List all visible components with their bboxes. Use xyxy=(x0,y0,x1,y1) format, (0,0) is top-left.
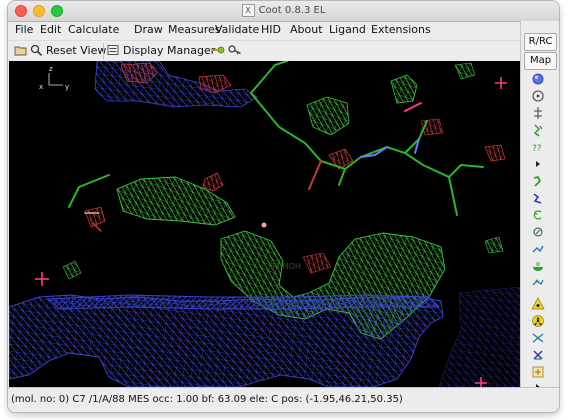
cross-link-icon[interactable] xyxy=(530,331,546,346)
mutate-icon[interactable] xyxy=(530,242,546,257)
menu-edit[interactable]: Edit xyxy=(40,23,61,36)
top-blue-density xyxy=(94,61,258,108)
toolbar-separator xyxy=(103,43,104,59)
add-atom-icon[interactable] xyxy=(530,365,546,380)
axis-label-z: z xyxy=(49,65,53,73)
right-toolbar: R/RC Map ?? xyxy=(520,21,559,390)
key-icon[interactable] xyxy=(228,44,242,59)
window-title: Coot 0.8.3 EL xyxy=(258,5,326,16)
menu-file[interactable]: File xyxy=(15,23,33,36)
axis-label-x: x xyxy=(39,83,43,91)
ligand-icon[interactable] xyxy=(530,276,546,291)
molecular-scene[interactable]: x z y -37 HOH xyxy=(9,61,520,387)
faint-residue-label: -37 HOH xyxy=(267,262,301,271)
zoom-icon[interactable] xyxy=(30,44,43,59)
display-manager-button[interactable]: Display Manager xyxy=(123,44,215,57)
folder-open-icon[interactable] xyxy=(14,44,27,59)
menu-about[interactable]: About xyxy=(290,23,323,36)
backbone-torsion-icon[interactable] xyxy=(530,106,546,121)
menu-validate[interactable]: Validate xyxy=(215,23,259,36)
map-button[interactable]: Map xyxy=(524,52,557,70)
menu-measures[interactable]: Measures xyxy=(168,23,220,36)
rotate-translate-icon[interactable] xyxy=(530,89,546,104)
bottom-blue-density xyxy=(9,286,520,387)
flip-peptide-icon[interactable]: ?? xyxy=(530,140,546,155)
toolbar: Reset View Display Manager xyxy=(8,40,520,61)
display-manager-icon[interactable] xyxy=(107,44,120,59)
rotamer-icon[interactable] xyxy=(530,123,546,138)
x11-app-icon: X xyxy=(241,4,255,17)
menu-ligand[interactable]: Ligand xyxy=(329,23,366,36)
reset-view-button[interactable]: Reset View xyxy=(46,44,106,57)
window-title-group: X Coot 0.8.3 EL xyxy=(8,4,559,17)
menu-bar: File Edit Calculate Draw Measures Valida… xyxy=(8,21,520,40)
svg-text:??: ?? xyxy=(532,144,542,154)
coot-window: X Coot 0.8.3 EL File Edit Calculate Draw … xyxy=(8,1,559,412)
graphics-viewport[interactable]: x z y -37 HOH xyxy=(9,61,520,387)
menu-extensions[interactable]: Extensions xyxy=(371,23,431,36)
menu-draw[interactable]: Draw xyxy=(134,23,163,36)
status-bar: (mol. no: 0) C7 /1/A/88 MES occ: 1.00 bf… xyxy=(8,387,559,412)
rrc-button[interactable]: R/RC xyxy=(524,33,557,51)
add-residue-icon[interactable] xyxy=(530,174,546,189)
orientation-axes xyxy=(48,73,63,86)
baton-icon[interactable] xyxy=(530,259,546,274)
undo-icon[interactable] xyxy=(530,208,546,223)
menu-calculate[interactable]: Calculate xyxy=(68,23,119,36)
radiation-icon[interactable] xyxy=(530,297,546,312)
toxic-icon[interactable] xyxy=(530,314,546,329)
axis-label-y: y xyxy=(65,83,69,91)
centre-marker xyxy=(261,222,267,228)
go-to-atom-icon[interactable] xyxy=(211,44,225,59)
title-bar: X Coot 0.8.3 EL xyxy=(8,1,559,22)
auto-fit-icon[interactable] xyxy=(530,191,546,206)
sphere-refine-icon[interactable] xyxy=(530,72,546,87)
more-arrow-icon[interactable] xyxy=(530,157,546,172)
density-fit-icon[interactable] xyxy=(530,225,546,240)
menu-hid[interactable]: HID xyxy=(261,23,281,36)
delete-icon[interactable] xyxy=(530,348,546,363)
